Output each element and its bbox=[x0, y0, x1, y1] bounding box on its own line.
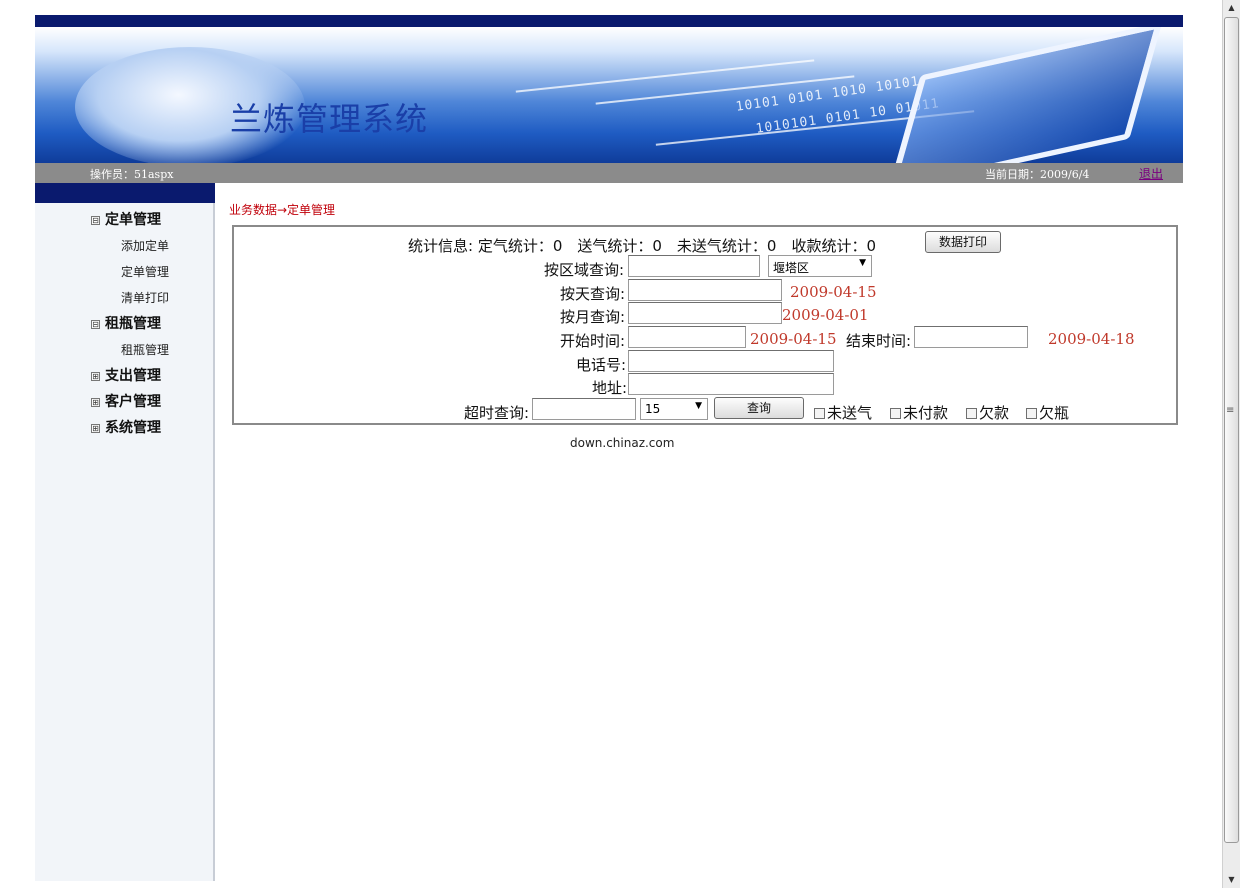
expand-icon: ⊞ bbox=[91, 372, 100, 381]
address-label: 地址: bbox=[592, 379, 628, 397]
menu-item-bottle-rental[interactable]: 租瓶管理 bbox=[121, 341, 169, 358]
header-banner: 10101 0101 1010 10101 1010101 0101 10 01… bbox=[35, 27, 1183, 163]
timeout-select-value: 15 bbox=[645, 402, 661, 416]
logout-link[interactable]: 退出 bbox=[1139, 165, 1163, 182]
checkbox-icon bbox=[814, 408, 825, 419]
checkbox-label: 未送气 bbox=[827, 404, 873, 422]
checkbox-icon bbox=[890, 408, 901, 419]
end-time-label: 结束时间: bbox=[846, 332, 912, 350]
checkbox-label: 欠款 bbox=[979, 404, 1010, 422]
menu-group-label: 支出管理 bbox=[105, 368, 161, 384]
timeout-label: 超时查询: bbox=[464, 404, 530, 422]
menu-group-customers[interactable]: ⊞ 客户管理 bbox=[91, 391, 161, 411]
region-input[interactable] bbox=[628, 255, 760, 277]
region-label: 按区域查询: bbox=[544, 261, 625, 279]
checkbox-label: 欠瓶 bbox=[1039, 404, 1070, 422]
scroll-grip-icon: ≡ bbox=[1226, 405, 1235, 416]
menu-group-bottle-rental[interactable]: ⊟ 租瓶管理 bbox=[91, 313, 161, 333]
day-hint: 2009-04-15 bbox=[790, 283, 877, 301]
menu-group-expenses[interactable]: ⊞ 支出管理 bbox=[91, 365, 161, 385]
dropdown-arrow-icon: ▼ bbox=[859, 258, 866, 268]
menu-group-label: 定单管理 bbox=[105, 212, 161, 228]
checkbox-label: 未付款 bbox=[903, 404, 949, 422]
phone-label: 电话号: bbox=[576, 356, 627, 374]
month-label: 按月查询: bbox=[560, 308, 626, 326]
start-time-label: 开始时间: bbox=[560, 332, 626, 350]
start-time-hint: 2009-04-15 bbox=[750, 330, 837, 348]
checkbox-owed-bottles[interactable]: 欠瓶 bbox=[1026, 402, 1069, 423]
phone-input[interactable] bbox=[628, 350, 834, 372]
start-time-input[interactable] bbox=[628, 326, 746, 348]
scrollbar-thumb[interactable] bbox=[1224, 17, 1239, 843]
menu-item-list-print[interactable]: 清单打印 bbox=[121, 289, 169, 306]
top-bar bbox=[35, 15, 1183, 27]
end-time-hint: 2009-04-18 bbox=[1048, 330, 1135, 348]
info-bar: 操作员：51aspx 当前日期：2009/6/4 退出 bbox=[35, 163, 1183, 183]
menu-group-label: 客户管理 bbox=[105, 394, 161, 410]
menu-group-label: 租瓶管理 bbox=[105, 316, 161, 332]
checkbox-icon bbox=[1026, 408, 1037, 419]
sidebar: ⊟ 定单管理 添加定单 定单管理 清单打印 ⊟ 租瓶管理 租瓶管理 ⊞ 支出管理 ⊞ 客… bbox=[35, 183, 215, 881]
scroll-down-arrow-icon[interactable]: ▼ bbox=[1223, 872, 1240, 888]
current-date: 当前日期：2009/6/4 bbox=[985, 168, 1090, 181]
dropdown-arrow-icon: ▼ bbox=[695, 401, 702, 411]
checkbox-unpaid[interactable]: 未付款 bbox=[890, 402, 948, 423]
region-select[interactable]: 堰塔区 ▼ bbox=[768, 255, 872, 277]
scroll-up-arrow-icon[interactable]: ▲ bbox=[1223, 0, 1240, 16]
menu-group-system[interactable]: ⊞ 系统管理 bbox=[91, 417, 161, 437]
vertical-scrollbar[interactable]: ▲ ≡ ▼ bbox=[1222, 0, 1240, 888]
stats-text: 统计信息: 定气统计：0 送气统计：0 未送气统计：0 收款统计：0 bbox=[408, 237, 876, 255]
address-input[interactable] bbox=[628, 373, 834, 395]
collapse-icon: ⊟ bbox=[91, 320, 100, 329]
end-time-input[interactable] bbox=[914, 326, 1028, 348]
expand-icon: ⊞ bbox=[91, 398, 100, 407]
query-button[interactable]: 查询 bbox=[714, 397, 804, 419]
menu-group-label: 系统管理 bbox=[105, 420, 161, 436]
day-input[interactable] bbox=[628, 279, 782, 301]
query-panel: 统计信息: 定气统计：0 送气统计：0 未送气统计：0 收款统计：0 数据打印 … bbox=[232, 225, 1178, 425]
expand-icon: ⊞ bbox=[91, 424, 100, 433]
checkbox-arrears[interactable]: 欠款 bbox=[966, 402, 1009, 423]
menu-item-add-order[interactable]: 添加定单 bbox=[121, 237, 169, 254]
menu-item-order-manage[interactable]: 定单管理 bbox=[121, 263, 169, 280]
operator-label: 操作员：51aspx bbox=[90, 168, 174, 181]
month-hint: 2009-04-01 bbox=[782, 306, 869, 324]
print-data-button[interactable]: 数据打印 bbox=[925, 231, 1001, 253]
monitor-graphic bbox=[887, 27, 1163, 163]
sidebar-cap bbox=[35, 183, 215, 203]
month-input[interactable] bbox=[628, 302, 782, 324]
region-select-value: 堰塔区 bbox=[773, 261, 810, 275]
day-label: 按天查询: bbox=[560, 285, 626, 303]
timeout-select[interactable]: 15 ▼ bbox=[640, 398, 708, 420]
system-title: 兰炼管理系统 bbox=[230, 100, 429, 138]
footer-text: down.chinaz.com bbox=[570, 436, 675, 450]
timeout-input[interactable] bbox=[532, 398, 636, 420]
checkbox-icon bbox=[966, 408, 977, 419]
checkbox-not-delivered[interactable]: 未送气 bbox=[814, 402, 872, 423]
banner-streak bbox=[515, 59, 815, 93]
breadcrumb: 业务数据→定单管理 bbox=[229, 203, 336, 217]
collapse-icon: ⊟ bbox=[91, 216, 100, 225]
menu-group-orders[interactable]: ⊟ 定单管理 bbox=[91, 209, 161, 229]
